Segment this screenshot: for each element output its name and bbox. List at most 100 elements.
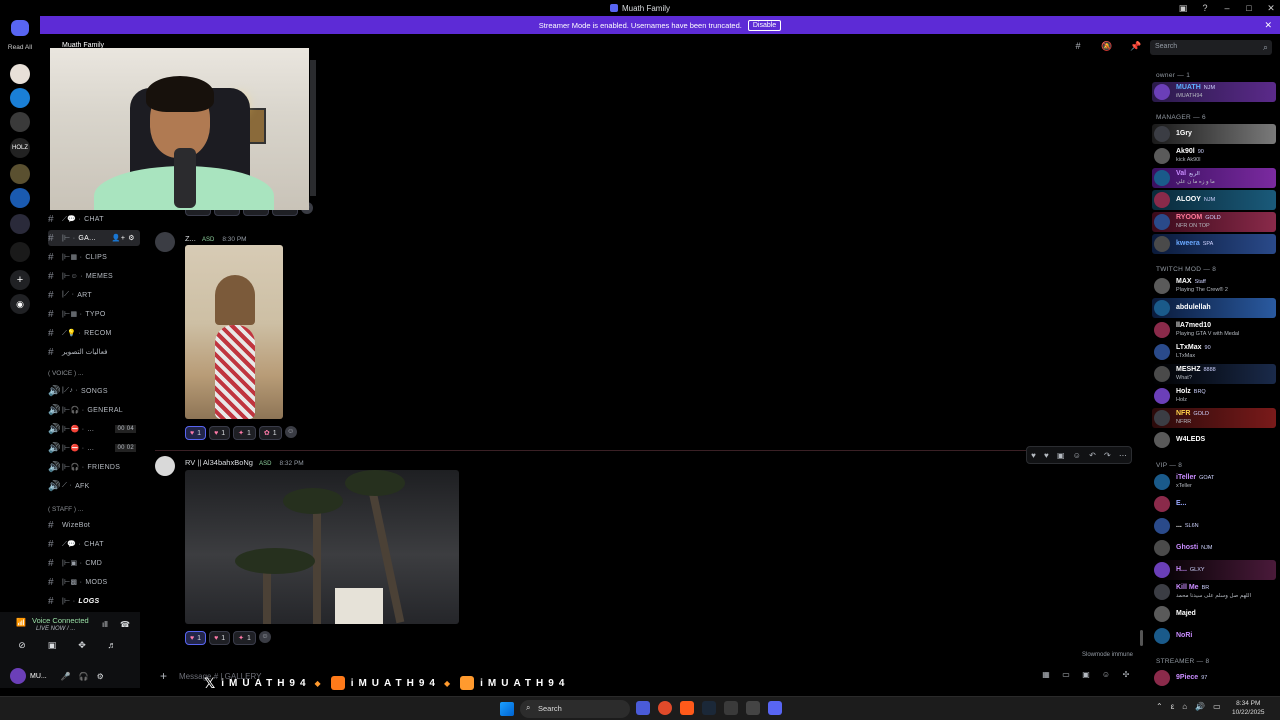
channel-typo[interactable]: # |⊢▦ · TYPO <box>48 306 140 322</box>
member-item[interactable]: LTxMax 90 LTxMax <box>1152 342 1276 362</box>
member-item[interactable]: Val الربع ما و زه ما ن علي <box>1152 168 1276 188</box>
emoji-icon[interactable]: ☺ <box>1100 670 1112 682</box>
member-item[interactable]: RYOOM GOLD NFR ON TOP <box>1152 212 1276 232</box>
member-item[interactable]: iTeller GOAT xTeller <box>1152 472 1276 492</box>
staff-channel-cmd[interactable]: # |⊢▣ · CMD <box>48 555 140 571</box>
apps-icon[interactable]: ✣ <box>1120 670 1132 682</box>
read-all-button[interactable]: Read All <box>2 44 38 51</box>
image-attachment-palms[interactable] <box>185 470 459 624</box>
voice-channel-friends[interactable]: 🔊 |⊢🎧 · FRIENDS <box>48 459 140 475</box>
channel-recom[interactable]: # ⟋💡 · RECOM <box>48 325 140 341</box>
channel-memes[interactable]: # |⊢☺ · MEMES <box>48 268 140 284</box>
reaction[interactable]: ✿ 1 <box>258 426 282 440</box>
reaction[interactable]: ♥ 1 <box>185 631 207 645</box>
server-icon[interactable] <box>10 88 30 108</box>
add-server-icon[interactable]: + <box>10 270 30 290</box>
member-item[interactable]: ALOOY NJM <box>1152 190 1276 210</box>
reaction-shortcut-icon[interactable]: ▣ <box>1057 451 1065 460</box>
voice-channel-general[interactable]: 🔊 |⊢🎧 · GENERAL <box>48 402 140 418</box>
member-item[interactable]: E... <box>1152 494 1276 514</box>
member-item[interactable]: 9Piece 97 <box>1152 668 1276 688</box>
microphone-icon[interactable]: 🎤 <box>61 672 71 681</box>
reaction-shortcut-icon[interactable]: ♥ <box>1031 451 1036 460</box>
member-item[interactable]: Holz BRQ Holz <box>1152 386 1276 406</box>
minimize-button[interactable]: – <box>1216 3 1238 13</box>
member-item[interactable]: Ghosti NJM <box>1152 538 1276 558</box>
brave-icon[interactable] <box>680 701 694 715</box>
reaction[interactable]: ♥ 1 <box>209 426 231 440</box>
server-icon[interactable] <box>10 242 30 262</box>
mute-icon[interactable]: 🔕 <box>1100 41 1114 55</box>
user-name[interactable]: MU... <box>30 673 47 680</box>
staff-category-header[interactable]: ( STAFF ) ... <box>48 506 83 513</box>
steam-icon[interactable] <box>702 701 716 715</box>
staff-channel-mods[interactable]: # |⊢▩ · MODS <box>48 574 140 590</box>
member-item[interactable]: MESHZ 8888 What? <box>1152 364 1276 384</box>
chat-scrollbar[interactable] <box>1140 630 1143 646</box>
channel-wizebot[interactable]: # WizeBot <box>48 517 140 533</box>
reaction[interactable]: ✦ 1 <box>233 631 256 645</box>
headphones-icon[interactable]: 🎧 <box>79 672 89 681</box>
channel-gallery[interactable]: # |⊢ · GA... 👤+ ⚙ <box>48 230 140 246</box>
camera-off-icon[interactable]: ⊘ <box>14 640 30 654</box>
voice-channel-afk[interactable]: 🔊 ⟋ · AFK <box>48 478 140 494</box>
maximize-button[interactable]: □ <box>1238 3 1260 13</box>
member-item[interactable]: llA7med10 Playing GTA V with Medal <box>1152 320 1276 340</box>
reaction[interactable]: ✦ 1 <box>233 426 256 440</box>
server-icon[interactable] <box>10 64 30 84</box>
close-banner-icon[interactable]: ✕ <box>1264 20 1272 31</box>
help-icon[interactable]: ? <box>1194 3 1216 13</box>
member-item[interactable]: ... SL6N <box>1152 516 1276 536</box>
username[interactable]: RV || Al34bahxBoNg <box>185 458 253 467</box>
app-icon[interactable] <box>636 701 650 715</box>
channel-clips[interactable]: # |⊢▦ · CLIPS <box>48 249 140 265</box>
forward-icon[interactable]: ↷ <box>1104 451 1111 460</box>
member-item[interactable]: W4LEDS <box>1152 430 1276 450</box>
taskbar-search[interactable]: ⌕ Search <box>520 700 630 718</box>
server-icon[interactable] <box>10 188 30 208</box>
reply-icon[interactable]: ↶ <box>1089 451 1096 460</box>
disable-streamer-mode-button[interactable]: Disable <box>747 19 782 31</box>
server-icon[interactable] <box>10 164 30 184</box>
screen-share-icon[interactable]: ▣ <box>44 640 60 654</box>
network-icon[interactable]: ⌂ <box>1182 702 1187 711</box>
discord-icon[interactable] <box>768 701 782 715</box>
tray-chevron-icon[interactable]: ⌃ <box>1156 702 1163 711</box>
battery-icon[interactable]: ▭ <box>1213 702 1221 711</box>
noise-suppression-icon[interactable]: ıll <box>102 620 108 629</box>
username[interactable]: Z... <box>185 234 196 243</box>
channel-chat[interactable]: # ⟋💬 · CHAT <box>48 211 140 227</box>
voice-channel-name[interactable]: LIVE NOW / ... <box>36 626 75 632</box>
image-attachment-camel[interactable] <box>185 245 283 419</box>
app-icon[interactable] <box>746 701 760 715</box>
staff-channel-chat[interactable]: # ⟋💬 · CHAT <box>48 536 140 552</box>
add-reaction-icon[interactable]: ☺ <box>284 426 297 438</box>
attach-plus-icon[interactable]: + <box>160 669 167 683</box>
user-settings-icon[interactable]: ⚙ <box>97 672 104 681</box>
more-options-icon[interactable]: ⋯ <box>1119 451 1127 460</box>
disconnect-icon[interactable]: ☎ <box>120 620 130 629</box>
member-item[interactable]: NoRi <box>1152 626 1276 646</box>
browser-icon[interactable] <box>658 701 672 715</box>
channel-art[interactable]: # |⟋ · ART <box>48 287 140 303</box>
voice-connected-label[interactable]: Voice Connected <box>32 616 89 625</box>
previous-attachment[interactable] <box>310 60 316 196</box>
inbox-icon[interactable]: ▣ <box>1172 3 1194 14</box>
gif-icon[interactable]: ▭ <box>1060 670 1072 682</box>
server-icon[interactable] <box>10 214 30 234</box>
windows-start-icon[interactable] <box>500 702 514 716</box>
search-input[interactable]: Search ⌕ <box>1150 40 1272 55</box>
member-item[interactable]: MUATH NJM iMUATH94 <box>1152 82 1276 102</box>
member-item[interactable]: abdulellah <box>1152 298 1276 318</box>
reaction[interactable]: ♥ 1 <box>209 631 231 645</box>
explore-servers-icon[interactable]: ◉ <box>10 294 30 314</box>
keyboard-layout-icon[interactable]: ε <box>1171 702 1175 711</box>
member-item[interactable]: 1Gry <box>1152 124 1276 144</box>
add-reaction-icon[interactable]: ☺ <box>258 631 271 643</box>
member-item[interactable]: MAX Staff Playing The Crew® 2 <box>1152 276 1276 296</box>
volume-icon[interactable]: 🔊 <box>1195 702 1205 711</box>
member-item[interactable]: Majed <box>1152 604 1276 624</box>
member-item[interactable]: Ak90l 90 kick Ak90l <box>1152 146 1276 166</box>
reaction[interactable]: ♥ 1 <box>185 426 207 440</box>
voice-channel-locked[interactable]: 🔊 |⊢⛔ ·... 00 04 <box>48 421 140 437</box>
